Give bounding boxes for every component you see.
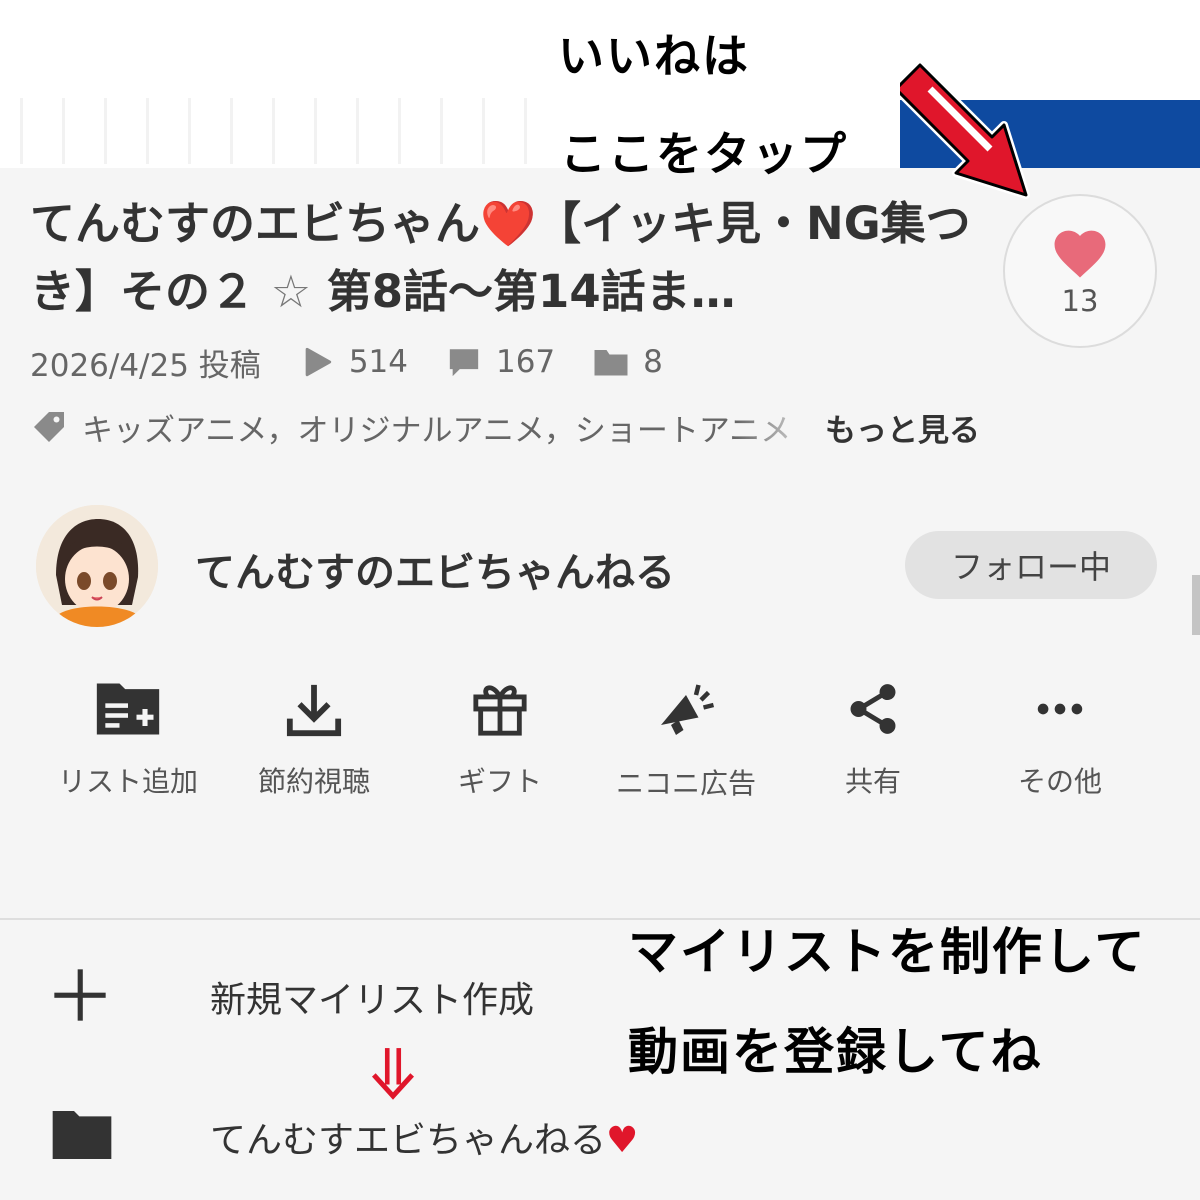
channel-avatar-icon xyxy=(36,505,158,627)
tag-row[interactable]: キッズアニメ，オリジナルアニメ，ショートアニメ もっと見る xyxy=(30,404,980,450)
video-meta: 2026/4/25 投稿 514 167 8 xyxy=(30,340,701,384)
gift-button[interactable]: ギフト xyxy=(410,680,590,800)
folder-add-icon xyxy=(96,683,160,735)
nicoad-label: ニコニ広告 xyxy=(615,767,756,800)
mylist-count: 8 xyxy=(593,344,663,380)
annotation-like-line2: ここをタップ xyxy=(560,127,848,181)
annotation-like-line1: いいねは xyxy=(558,29,750,83)
nicoad-button[interactable]: ニコニ広告 xyxy=(596,680,776,802)
more-icon xyxy=(1037,703,1083,715)
view-count-text: 514 xyxy=(348,344,408,380)
follow-button[interactable]: フォロー中 xyxy=(905,531,1157,599)
save-view-button[interactable]: 節約視聴 xyxy=(224,680,404,800)
folder-icon xyxy=(594,350,628,376)
comment-icon xyxy=(449,349,479,377)
scrollbar[interactable] xyxy=(1192,575,1200,635)
tag-list[interactable]: キッズアニメ，オリジナルアニメ，ショートアニメ xyxy=(82,405,825,450)
title-text-3: 第8話〜第14話ま… xyxy=(326,265,736,318)
mylist-item-label: てんむすエビちゃんねる♥ xyxy=(210,1111,638,1163)
play-icon xyxy=(305,347,331,377)
action-bar: リスト追加 節約視聴 ギフト ニコニ広告 共有 その他 xyxy=(0,680,1200,800)
tag-icon xyxy=(34,412,64,442)
channel-name[interactable]: てんむすのエビちゃんねる xyxy=(195,540,675,598)
annotation-mylist-line2: 動画を登録してね xyxy=(628,1023,1043,1081)
post-date: 2026/4/25 投稿 xyxy=(30,340,261,385)
like-button[interactable]: 13 xyxy=(1003,194,1157,348)
cropped-ui-remnant xyxy=(20,98,540,164)
megaphone-icon xyxy=(661,684,715,735)
title-heart-icon: ❤️ xyxy=(480,197,537,250)
down-arrow-icon xyxy=(371,1048,415,1100)
mylist-item[interactable]: てんむすエビちゃんねる♥ xyxy=(0,1095,760,1175)
list-add-label: リスト追加 xyxy=(57,765,198,798)
heart-icon xyxy=(1054,230,1106,278)
post-date-text: 2026/4/25 投稿 xyxy=(30,347,261,384)
share-label: 共有 xyxy=(844,765,901,798)
title-star-icon: ☆ xyxy=(270,265,312,318)
mylist-count-text: 8 xyxy=(643,344,663,380)
more-label: その他 xyxy=(1017,765,1102,798)
more-tags-link[interactable]: もっと見る xyxy=(825,405,980,450)
gift-label: ギフト xyxy=(457,765,542,798)
share-icon xyxy=(850,684,896,734)
mylist-heart-icon: ♥ xyxy=(606,1120,639,1161)
like-count: 13 xyxy=(1061,284,1099,318)
new-mylist-button[interactable]: 新規マイリスト作成 xyxy=(0,955,620,1035)
download-icon xyxy=(286,684,342,737)
save-view-label: 節約視聴 xyxy=(257,765,370,798)
new-mylist-label: 新規マイリスト作成 xyxy=(210,980,535,1021)
annotation-mylist-line1: マイリストを制作して xyxy=(628,923,1147,981)
share-button[interactable]: 共有 xyxy=(783,680,963,800)
title-text-1: てんむすのエビちゃん xyxy=(30,197,481,250)
comment-count: 167 xyxy=(446,344,555,380)
video-title: てんむすのエビちゃん❤️【イッキ見・NG集つき】その２ ☆ 第8話〜第14話ま… xyxy=(30,190,995,326)
more-button[interactable]: その他 xyxy=(970,680,1150,800)
list-add-button[interactable]: リスト追加 xyxy=(38,680,218,800)
plus-icon xyxy=(54,969,106,1021)
folder-icon xyxy=(52,1111,112,1159)
avatar[interactable] xyxy=(36,505,158,627)
mylist-item-text: てんむすエビちゃんねる xyxy=(210,1120,607,1161)
gift-icon xyxy=(473,685,527,736)
comment-count-text: 167 xyxy=(495,344,556,380)
view-count: 514 xyxy=(299,344,408,380)
